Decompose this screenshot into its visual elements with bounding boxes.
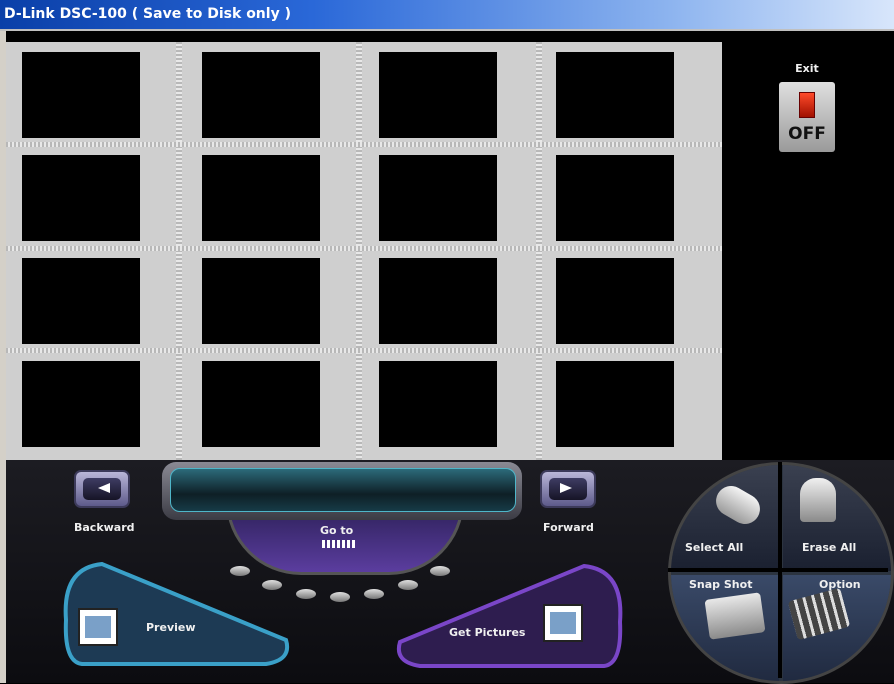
forward-arrow-icon — [560, 483, 572, 493]
get-pictures-button[interactable] — [392, 562, 630, 670]
preview-film-icon — [78, 608, 118, 646]
get-pictures-film-icon — [543, 604, 583, 642]
select-all-button[interactable] — [671, 465, 779, 571]
thumbnail-slot[interactable] — [556, 52, 674, 138]
snap-shot-label: Snap Shot — [689, 578, 753, 591]
thumbnail-grid — [6, 42, 722, 460]
thumbnail-slot[interactable] — [379, 155, 497, 241]
get-pictures-label: Get Pictures — [449, 626, 526, 639]
forward-button[interactable] — [540, 470, 596, 508]
status-display — [162, 462, 522, 520]
camera-icon — [704, 592, 766, 640]
indicator-light — [330, 592, 350, 602]
goto-label: Go to — [320, 524, 354, 537]
thumbnail-slot[interactable] — [202, 52, 320, 138]
status-display-screen — [170, 468, 516, 512]
exit-label: Exit — [795, 62, 819, 75]
thumbnail-slot[interactable] — [556, 361, 674, 447]
thumbnail-slot[interactable] — [22, 155, 140, 241]
thumbnail-slot[interactable] — [556, 258, 674, 344]
preview-label: Preview — [146, 621, 196, 634]
thumbnail-slot[interactable] — [379, 258, 497, 344]
title-bar: D-Link DSC-100 ( Save to Disk only ) — [0, 0, 894, 31]
indicator-light — [364, 589, 384, 599]
thumbnail-slot[interactable] — [556, 155, 674, 241]
thumbnail-slot[interactable] — [379, 361, 497, 447]
goto-arrow-icon[interactable] — [322, 540, 356, 548]
window-title: D-Link DSC-100 ( Save to Disk only ) — [4, 6, 291, 22]
forward-label: Forward — [543, 521, 594, 534]
option-label: Option — [819, 578, 861, 591]
backward-button[interactable] — [74, 470, 130, 508]
exit-switch-icon — [799, 92, 815, 118]
indicator-light — [296, 589, 316, 599]
thumbnail-slot[interactable] — [202, 155, 320, 241]
thumbnail-slot[interactable] — [22, 361, 140, 447]
backward-label: Backward — [74, 521, 135, 534]
thumbnail-slot[interactable] — [22, 258, 140, 344]
exit-switch-text: OFF — [788, 124, 826, 144]
dial-divider — [668, 568, 888, 572]
select-all-label: Select All — [685, 541, 744, 554]
thumbnail-slot[interactable] — [202, 361, 320, 447]
thumbnail-slot[interactable] — [202, 258, 320, 344]
backward-arrow-icon — [98, 483, 110, 493]
thumbnail-slot[interactable] — [379, 52, 497, 138]
thumbnail-slot[interactable] — [22, 52, 140, 138]
exit-button[interactable]: OFF — [779, 82, 835, 152]
erase-all-label: Erase All — [802, 541, 857, 554]
trash-can-icon — [800, 478, 836, 522]
